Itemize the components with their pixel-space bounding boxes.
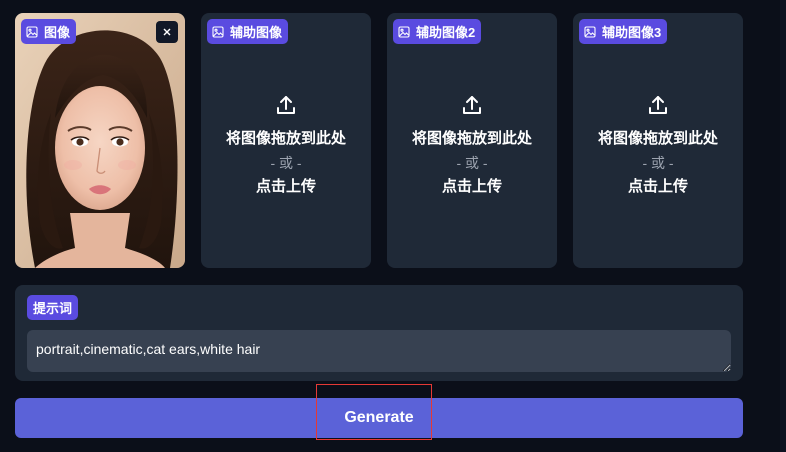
aux-image-label-1: 辅助图像 <box>207 19 289 44</box>
click-upload-text: 点击上传 <box>255 178 316 195</box>
aux-image-label-3: 辅助图像3 <box>579 19 668 44</box>
upload-drop-zone-2[interactable]: 将图像拖放到此处 - 或 - 点击上传 <box>387 93 557 199</box>
remove-image-button[interactable] <box>156 21 178 43</box>
aux-image-label-2: 辅助图像2 <box>393 19 482 44</box>
upload-icon <box>463 96 481 114</box>
prompt-panel: 提示词 <box>15 285 743 381</box>
click-upload-text: 点击上传 <box>627 178 688 195</box>
image-icon <box>584 25 596 38</box>
upload-icon <box>649 96 667 114</box>
scrollbar-track[interactable] <box>780 0 786 452</box>
aux-image-label-text-2: 辅助图像2 <box>416 25 476 40</box>
aux-image-panel-1[interactable]: 辅助图像 将图像拖放到此处 - 或 - 点击上传 <box>201 13 371 268</box>
aux-image-label-text-1: 辅助图像 <box>230 25 283 40</box>
aux-image-panel-3[interactable]: 辅助图像3 将图像拖放到此处 - 或 - 点击上传 <box>573 13 743 268</box>
aux-image-label-text-3: 辅助图像3 <box>602 25 662 40</box>
upload-icon <box>277 96 295 114</box>
main-image-label-text: 图像 <box>44 25 71 40</box>
upload-drop-zone-3[interactable]: 将图像拖放到此处 - 或 - 点击上传 <box>573 93 743 199</box>
image-icon <box>212 25 224 38</box>
generate-button[interactable]: Generate <box>15 398 743 438</box>
portrait-image <box>15 13 185 268</box>
or-text: - 或 - <box>456 155 488 171</box>
drop-text: 将图像拖放到此处 <box>411 130 532 147</box>
click-upload-text: 点击上传 <box>441 178 502 195</box>
prompt-label: 提示词 <box>27 295 79 320</box>
upload-drop-zone-1[interactable]: 将图像拖放到此处 - 或 - 点击上传 <box>201 93 371 199</box>
main-image-panel[interactable]: 图像 <box>15 13 185 268</box>
app-page: 图像 辅助图像 将图像拖放到此处 - 或 - 点击上传 辅助图像2 将图像拖放到… <box>0 0 786 452</box>
drop-text: 将图像拖放到此处 <box>225 130 346 147</box>
main-image-label: 图像 <box>21 19 77 44</box>
image-icon <box>398 25 410 38</box>
drop-text: 将图像拖放到此处 <box>597 130 718 147</box>
prompt-input[interactable] <box>27 330 731 372</box>
or-text: - 或 - <box>270 155 302 171</box>
close-icon <box>162 27 172 37</box>
image-icon <box>26 25 38 38</box>
aux-image-panel-2[interactable]: 辅助图像2 将图像拖放到此处 - 或 - 点击上传 <box>387 13 557 268</box>
or-text: - 或 - <box>642 155 674 171</box>
